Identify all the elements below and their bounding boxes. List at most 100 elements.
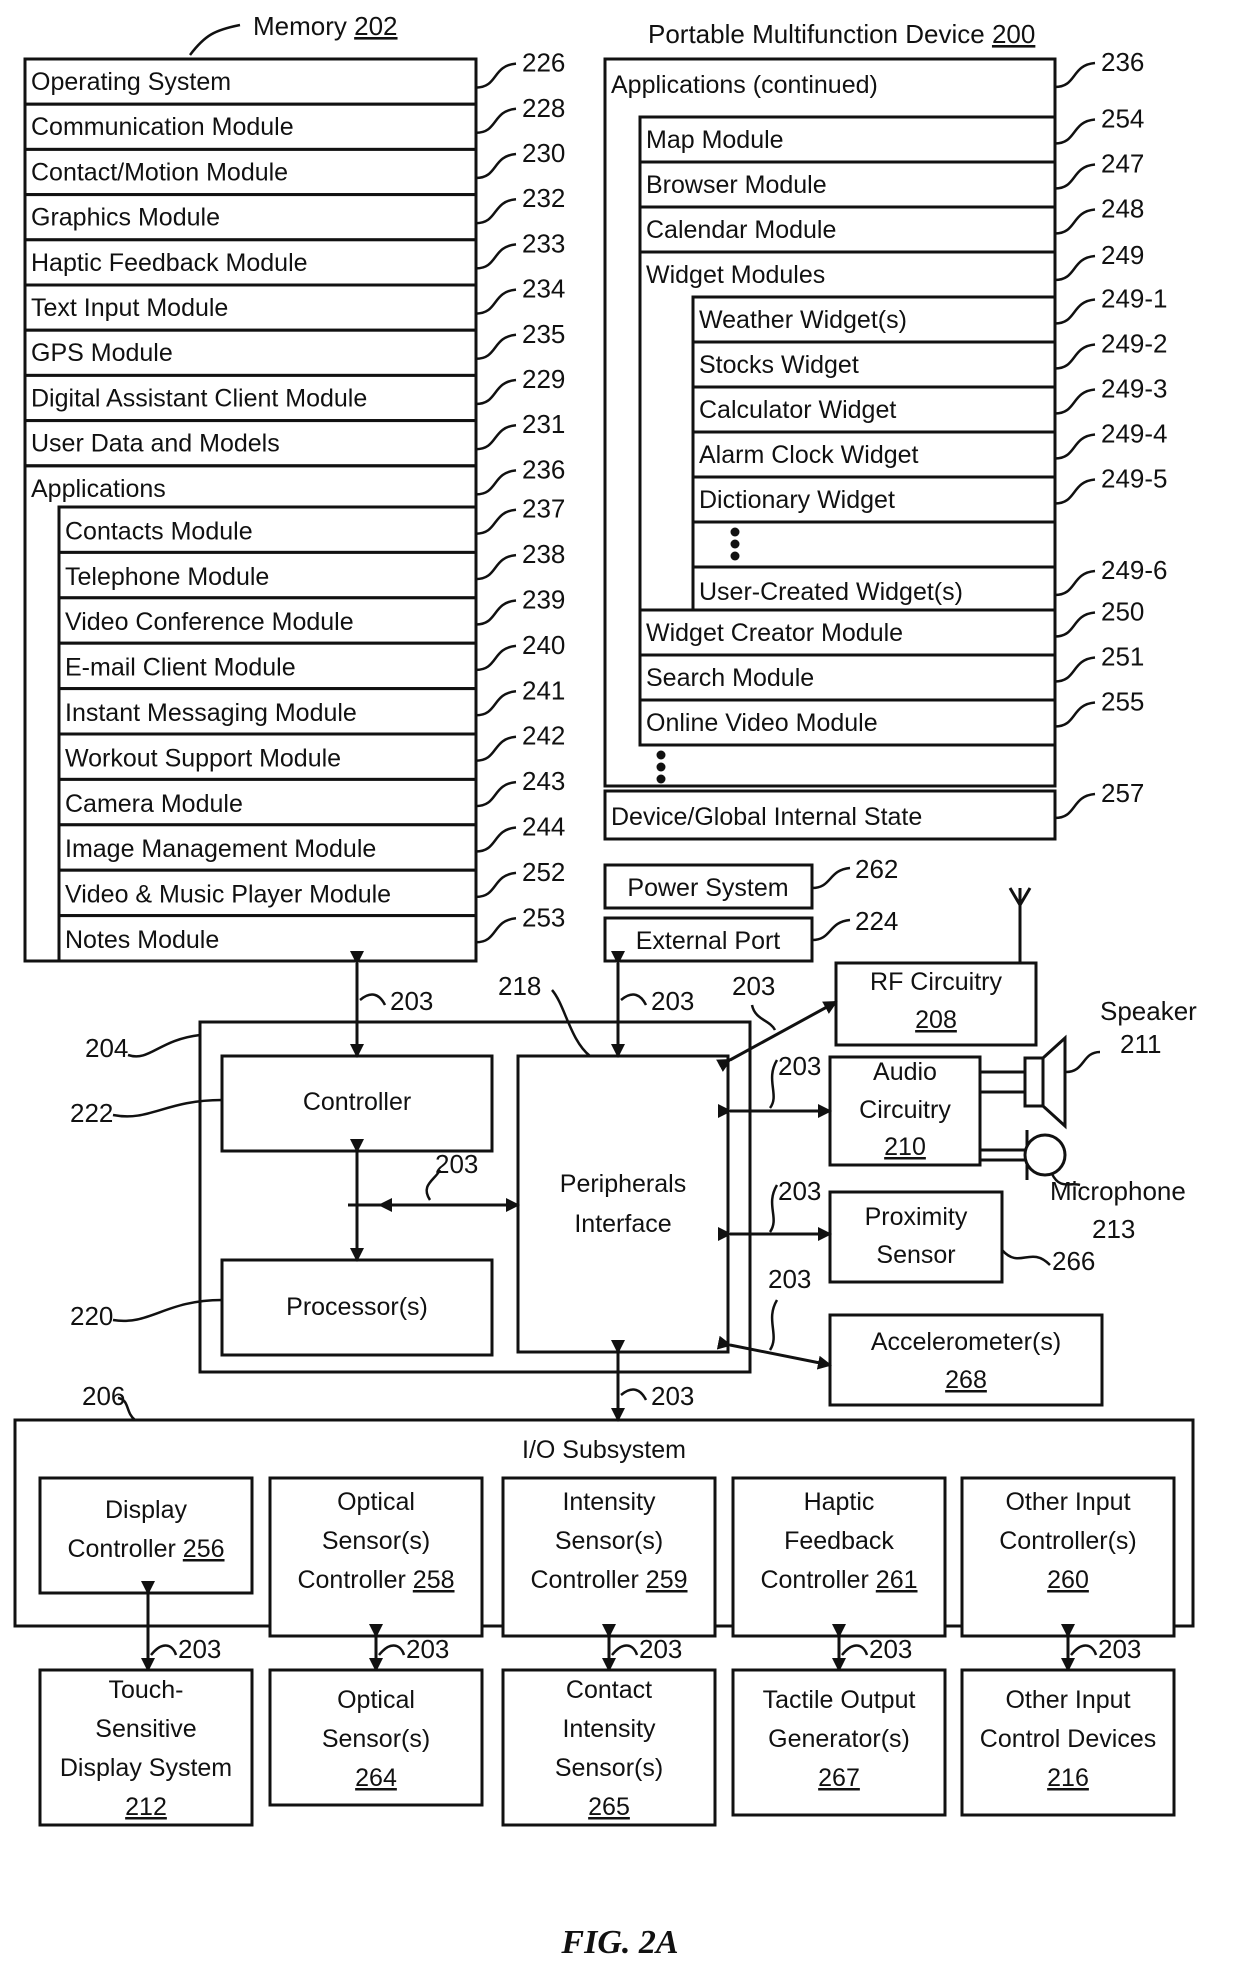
svg-text:249-6: 249-6 [1101,555,1168,585]
svg-text:Calendar Module: Calendar Module [646,216,836,244]
svg-text:Browser Module: Browser Module [646,171,827,199]
svg-text:Audio: Audio [873,1058,937,1086]
svg-text:Optical: Optical [337,1686,415,1714]
svg-text:233: 233 [522,228,565,258]
svg-text:222: 222 [70,1098,113,1128]
svg-text:254: 254 [1101,104,1144,134]
svg-text:Operating System: Operating System [31,68,231,96]
io-device-box: Touch- Sensitive Display System 212 [38,1668,254,1827]
svg-text:Feedback: Feedback [784,1527,894,1555]
svg-text:236: 236 [1101,47,1144,77]
reference-numeral: 252 [475,857,565,899]
svg-text:Controller 259: Controller 259 [530,1566,687,1594]
reference-numeral: 251 [1054,642,1144,683]
svg-text:262: 262 [855,854,898,884]
svg-text:Search Module: Search Module [646,664,814,692]
svg-text:203: 203 [651,986,694,1016]
svg-text:Alarm Clock Widget: Alarm Clock Widget [699,441,919,469]
memory-block: Operating System 226 Communication Module 2… [23,48,565,963]
svg-text:Display System: Display System [60,1754,232,1782]
widget-ellipsis [691,520,1057,569]
widget-row: Weather Widget(s) 249-1 [691,284,1168,344]
svg-text:249-2: 249-2 [1101,329,1168,359]
reference-numeral: 240 [475,630,565,672]
io-controllers: Display Controller 256 203 Optical Sensor(s)… [38,1476,1176,1672]
svg-text:Online Video Module: Online Video Module [646,709,878,737]
svg-text:238: 238 [522,539,565,569]
svg-text:Dictionary Widget: Dictionary Widget [699,486,895,514]
svg-text:224: 224 [855,906,898,936]
svg-text:268: 268 [945,1366,987,1394]
reference-numeral: 243 [475,766,565,808]
svg-text:241: 241 [522,675,565,705]
block-diagram: Memory 202 Operating System 226 Communicat… [13,11,1197,1961]
svg-text:Peripherals: Peripherals [560,1170,686,1198]
svg-text:203: 203 [1098,1634,1141,1664]
svg-text:Image Management Module: Image Management Module [65,835,376,863]
svg-text:I/O Subsystem: I/O Subsystem [522,1436,686,1464]
svg-text:203: 203 [768,1264,811,1294]
svg-text:Control Devices: Control Devices [980,1725,1156,1753]
svg-text:Power System: Power System [627,874,788,902]
svg-text:Digital Assistant Client Modul: Digital Assistant Client Module [31,384,367,412]
widget-modules-block: Widget Modules 249 Weather Widget(s) 249-1 S… [638,240,1168,612]
svg-text:Video Conference Module: Video Conference Module [65,608,354,636]
svg-text:236: 236 [522,454,565,484]
svg-text:216: 216 [1047,1764,1089,1792]
svg-text:226: 226 [522,48,565,78]
device-module-row: Map Module 254 [638,104,1144,164]
svg-text:218: 218 [498,971,541,1001]
svg-text:264: 264 [355,1764,397,1792]
reference-numeral: 249-1 [1054,284,1168,325]
reference-numeral: 249-3 [1054,374,1168,415]
svg-text:Accelerometer(s): Accelerometer(s) [871,1328,1061,1356]
svg-text:231: 231 [522,409,565,439]
io-device-box: Contact Intensity Sensor(s) 265 [501,1668,717,1827]
svg-text:Controller(s): Controller(s) [999,1527,1137,1555]
svg-text:203: 203 [390,986,433,1016]
svg-text:244: 244 [522,812,565,842]
svg-text:Camera Module: Camera Module [65,790,243,818]
svg-text:208: 208 [915,1006,957,1034]
svg-text:Controller 258: Controller 258 [297,1566,454,1594]
svg-text:Display: Display [105,1496,187,1524]
svg-text:203: 203 [732,971,775,1001]
accelerometer-box: Accelerometer(s) 268 203 [716,1264,1104,1407]
reference-numeral: 249-6 [1054,555,1168,597]
io-controller-box: Haptic Feedback Controller 261 203 [731,1476,947,1672]
svg-text:Memory 202: Memory 202 [253,11,398,41]
svg-text:Interface: Interface [574,1210,671,1238]
reference-numeral: 244 [475,812,565,853]
svg-text:Microphone: Microphone [1050,1176,1186,1206]
svg-text:204: 204 [85,1033,128,1063]
svg-text:211: 211 [1120,1029,1161,1059]
figure-label: FIG. 2A [560,1924,678,1961]
svg-text:260: 260 [1047,1566,1089,1594]
svg-text:Workout Support Module: Workout Support Module [65,744,341,772]
reference-numeral: 226 [475,48,565,89]
reference-numeral: 239 [475,585,565,626]
svg-text:203: 203 [178,1634,221,1664]
svg-text:257: 257 [1101,778,1144,808]
svg-text:Weather Widget(s): Weather Widget(s) [699,306,907,334]
svg-text:External Port: External Port [636,927,781,955]
svg-text:Controller 256: Controller 256 [67,1535,224,1563]
svg-text:Haptic Feedback Module: Haptic Feedback Module [31,249,308,277]
svg-text:203: 203 [778,1176,821,1206]
svg-text:249-1: 249-1 [1101,284,1168,314]
svg-text:Speaker: Speaker [1100,996,1197,1026]
svg-text:Sensor(s): Sensor(s) [322,1527,430,1555]
svg-text:GPS Module: GPS Module [31,339,173,367]
svg-text:249-3: 249-3 [1101,374,1168,404]
io-controller-box: Optical Sensor(s) Controller 258 203 [268,1476,484,1672]
svg-text:228: 228 [522,93,565,123]
io-controller-box: Other Input Controller(s) 260 203 [960,1476,1176,1672]
svg-text:239: 239 [522,585,565,615]
reference-numeral: 237 [475,494,565,535]
io-controller-box: Display Controller 256 203 [38,1476,254,1672]
reference-numeral: 242 [475,721,565,762]
svg-text:Haptic: Haptic [804,1488,875,1516]
svg-text:Device/Global Internal State: Device/Global Internal State [611,803,922,831]
svg-text:User-Created Widget(s): User-Created Widget(s) [699,578,963,606]
svg-text:Touch-: Touch- [108,1676,183,1704]
